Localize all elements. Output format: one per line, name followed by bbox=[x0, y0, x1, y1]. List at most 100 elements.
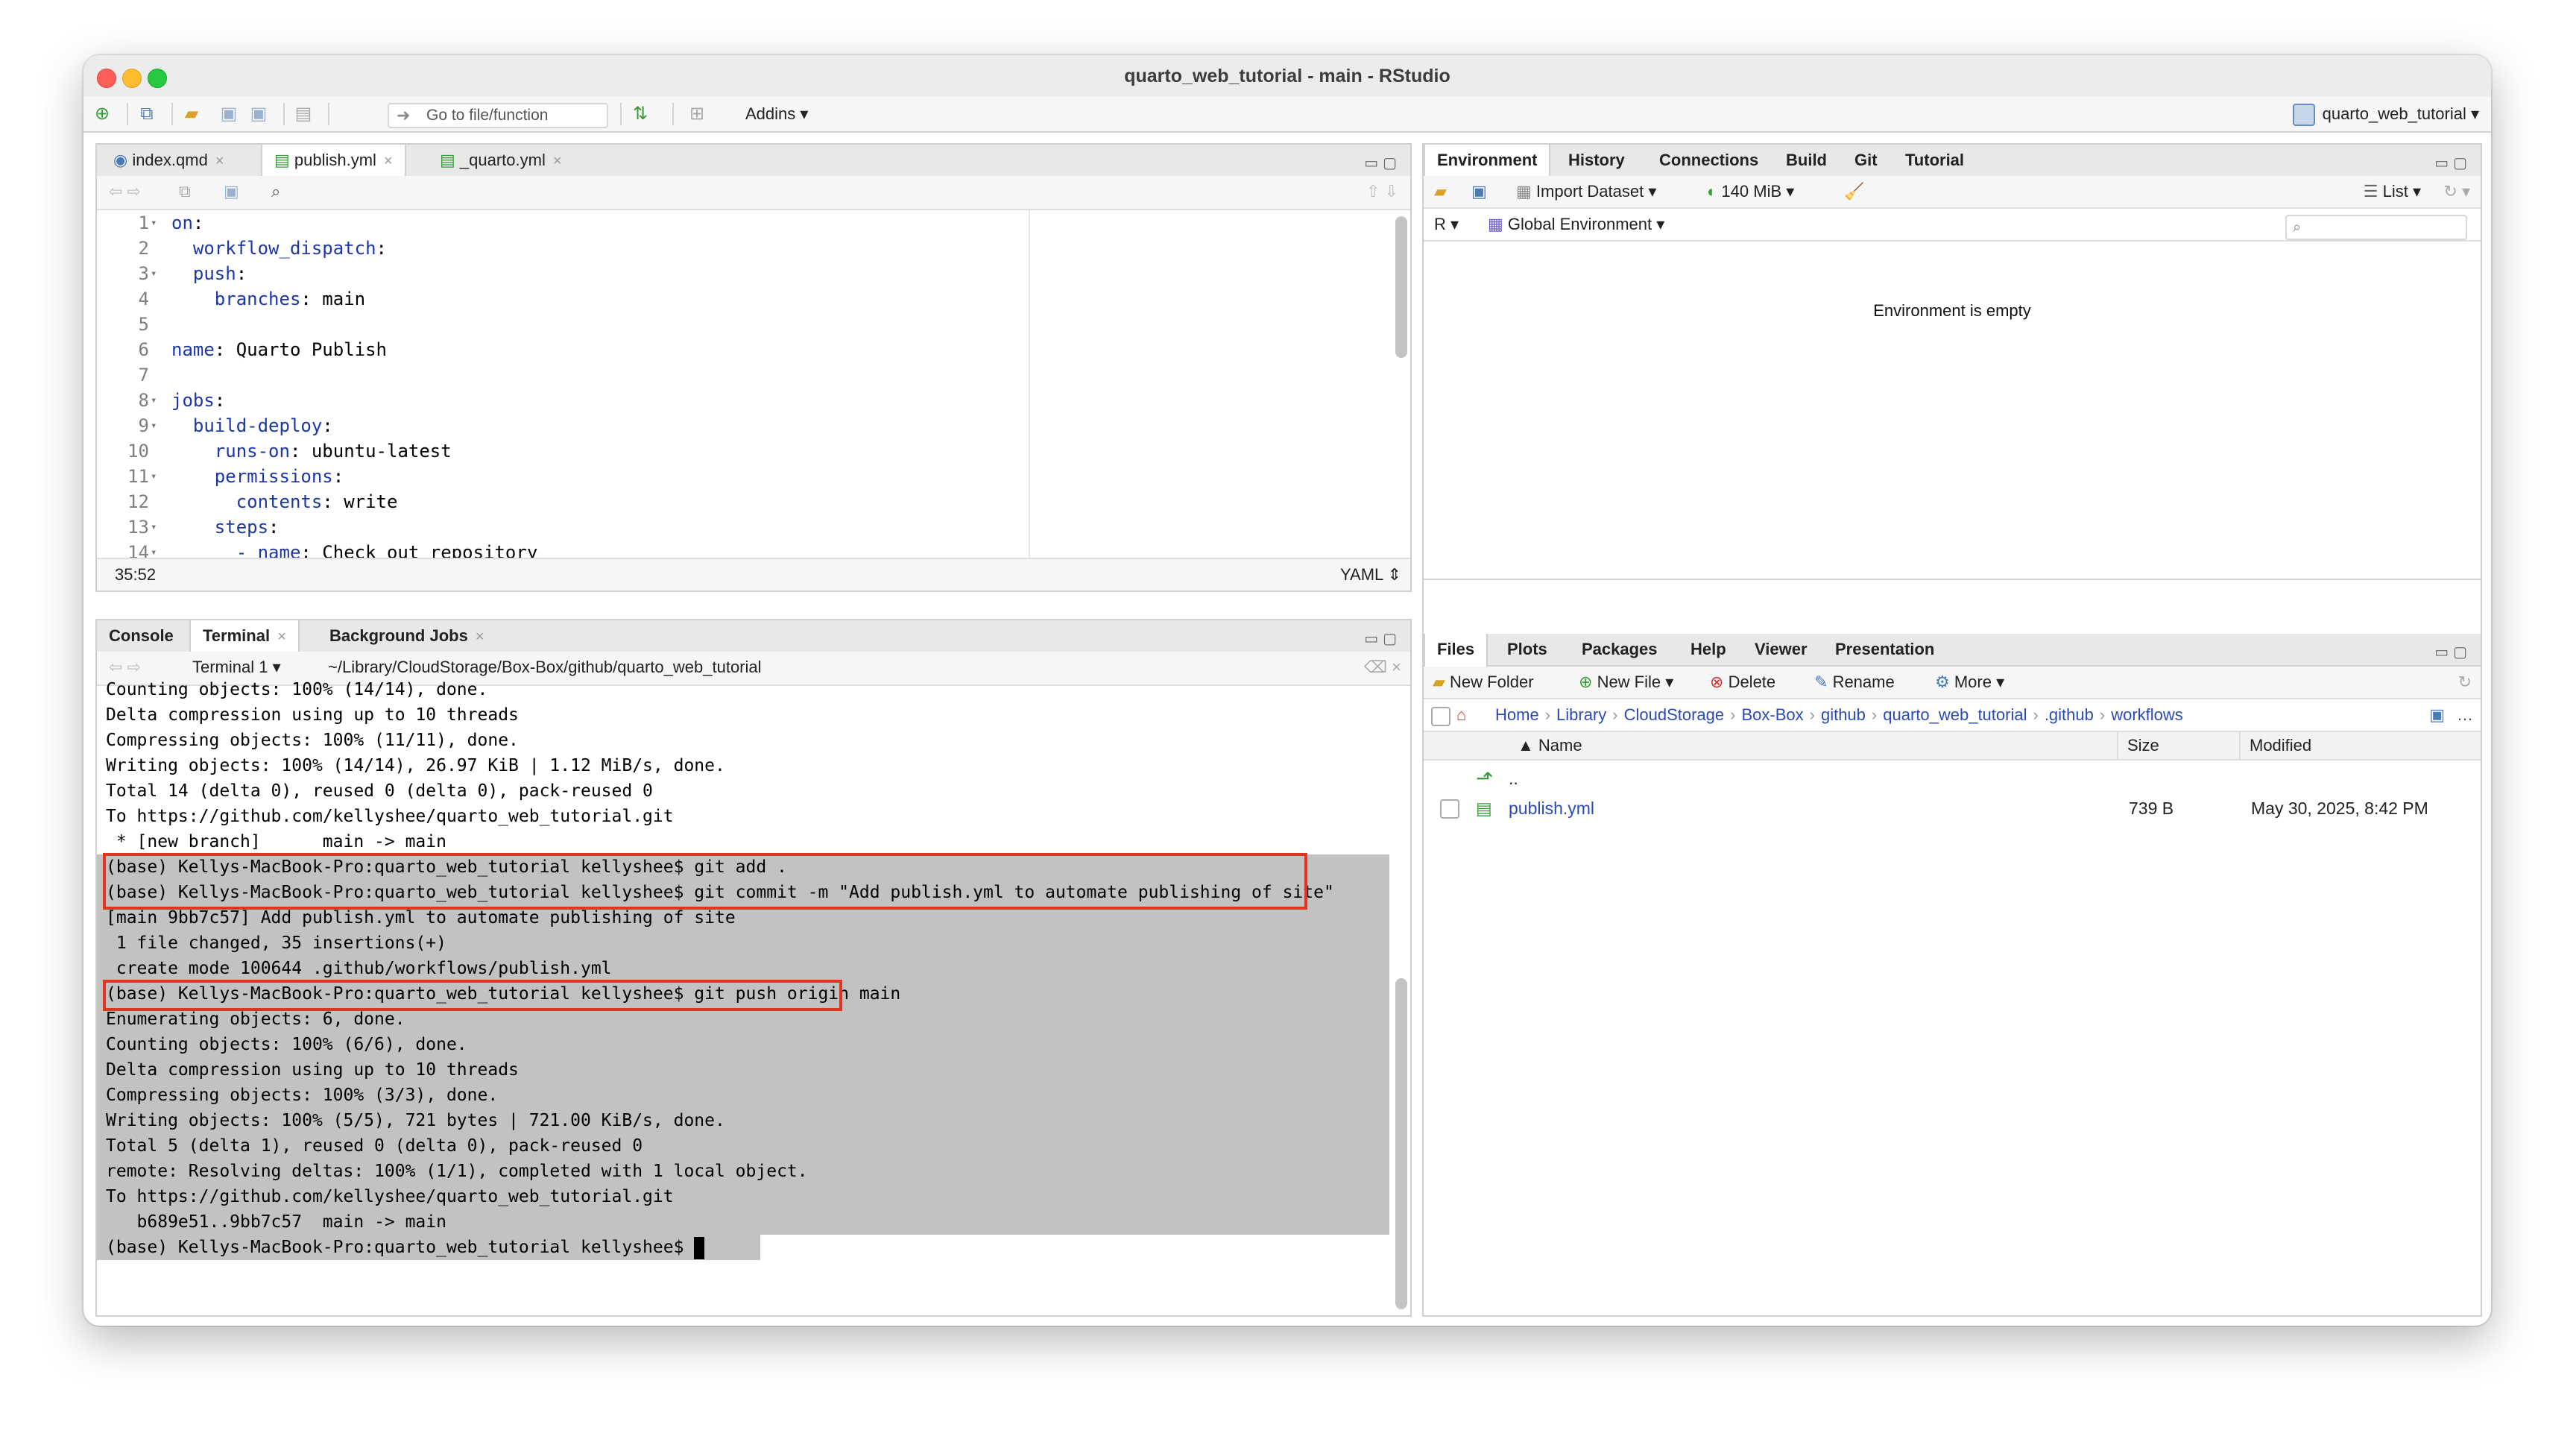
environment-search-input[interactable]: ⌕ bbox=[2285, 215, 2467, 240]
refresh-icon[interactable]: ↻ ▾ bbox=[2443, 176, 2470, 207]
editor-pane: ◉ index.qmd × ▤ publish.yml × ▤ _quarto.ym… bbox=[95, 143, 1412, 592]
fold-icon[interactable]: ▾ bbox=[151, 514, 157, 540]
breadcrumb-link[interactable]: quarto_web_tutorial bbox=[1883, 705, 2027, 724]
save-workspace-icon[interactable]: ▣ bbox=[1471, 176, 1487, 207]
files-path-bar: ⌂ Home › Library › CloudStorage › Box-Box › gith… bbox=[1424, 699, 2481, 732]
tab-plots[interactable]: Plots bbox=[1495, 634, 1559, 665]
open-file-icon[interactable]: ▰ bbox=[180, 103, 203, 125]
main-toolbar: ⊕ ⧉ ▰ ▣ ▣ ▤ ➜ Go to file/function ⇅ ⊞ Ad… bbox=[83, 97, 2491, 133]
file-name-link[interactable]: publish.yml bbox=[1509, 792, 1594, 825]
tab-console[interactable]: Console bbox=[97, 620, 186, 652]
modified-column-header[interactable]: Modified bbox=[2250, 732, 2311, 759]
tab-background-jobs[interactable]: Background Jobs × bbox=[318, 620, 496, 652]
refresh-icon[interactable]: ↻ bbox=[2458, 667, 2472, 698]
tab-viewer[interactable]: Viewer bbox=[1743, 634, 1819, 665]
clear-terminal-icon[interactable]: ⌫ × bbox=[1364, 652, 1401, 683]
tab-terminal[interactable]: Terminal × bbox=[189, 620, 300, 653]
more-button[interactable]: ⚙ More ▾ bbox=[1935, 667, 2004, 698]
tab-environment[interactable]: Environment bbox=[1424, 145, 1551, 177]
code-editor[interactable]: 1 ▾ on: 2 workflow_dispatch: 3 ▾ push: 4 branc… bbox=[97, 210, 1380, 588]
pane-layout-icon[interactable]: ⊞ bbox=[686, 103, 708, 125]
size-column-header[interactable]: Size bbox=[2127, 732, 2159, 759]
pane-controls-icon[interactable]: ▭▢ bbox=[1364, 629, 1401, 648]
terminal-scrollbar[interactable] bbox=[1395, 978, 1407, 1309]
project-icon bbox=[2292, 104, 2315, 127]
tab-tutorial[interactable]: Tutorial bbox=[1893, 145, 1976, 176]
version-control-icon[interactable]: ⇅ bbox=[629, 103, 651, 125]
code-text: push: bbox=[171, 263, 247, 284]
delete-button[interactable]: ⊗ Delete bbox=[1710, 667, 1775, 698]
save-icon[interactable]: ▣ bbox=[224, 176, 239, 207]
save-all-icon[interactable]: ▣ bbox=[247, 103, 270, 125]
navigate-icon[interactable]: ⇧ ⇩ bbox=[1366, 176, 1398, 207]
load-workspace-icon[interactable]: ▰ bbox=[1434, 176, 1447, 207]
table-row[interactable]: ▤ publish.yml 739 B May 30, 2025, 8:42 P… bbox=[1424, 792, 2481, 825]
name-column-header[interactable]: ▲ Name bbox=[1518, 732, 1582, 759]
select-all-checkbox[interactable] bbox=[1431, 707, 1450, 726]
line-number: 1 bbox=[138, 212, 149, 233]
breadcrumb-link[interactable]: CloudStorage bbox=[1624, 705, 1725, 724]
scope-selector[interactable]: ▦ Global Environment ▾ bbox=[1488, 209, 1664, 240]
code-text: runs-on: ubuntu-latest bbox=[171, 441, 452, 462]
breadcrumb-link[interactable]: workflows bbox=[2111, 705, 2183, 724]
tab-presentation[interactable]: Presentation bbox=[1823, 634, 1946, 665]
print-icon[interactable]: ▤ bbox=[292, 103, 315, 125]
show-in-window-icon[interactable]: ⧉ bbox=[179, 176, 191, 207]
breadcrumb-link[interactable]: .github bbox=[2045, 705, 2094, 724]
fold-icon[interactable]: ▾ bbox=[151, 210, 157, 236]
tab-build[interactable]: Build bbox=[1774, 145, 1839, 176]
tab-index-qmd[interactable]: ◉ index.qmd × bbox=[101, 145, 236, 176]
breadcrumb-separator: › bbox=[1871, 705, 1878, 724]
tab-files[interactable]: Files bbox=[1424, 634, 1489, 667]
editor-scrollbar[interactable] bbox=[1395, 216, 1407, 358]
terminal-output[interactable]: Counting objects: 100% (14/14), done. Del… bbox=[97, 680, 1389, 1315]
file-type-selector[interactable]: YAML ⇕ bbox=[1340, 559, 1401, 591]
broom-icon[interactable]: 🧹 bbox=[1844, 176, 1864, 207]
tab-history[interactable]: History bbox=[1556, 145, 1637, 176]
new-file-button[interactable]: ⊕ New File ▾ bbox=[1579, 667, 1673, 698]
terminal-line: Compressing objects: 100% (3/3), done. bbox=[106, 1086, 499, 1105]
more-options-icon[interactable]: … bbox=[2457, 699, 2473, 731]
new-folder-button[interactable]: ▰ New Folder bbox=[1433, 667, 1534, 698]
breadcrumb-separator: › bbox=[2033, 705, 2039, 724]
pane-controls-icon[interactable]: ▭▢ bbox=[2434, 643, 2472, 661]
new-project-icon[interactable]: ⧉ bbox=[136, 103, 158, 125]
pane-controls-icon[interactable]: ▭▢ bbox=[1364, 154, 1401, 172]
environment-scope-bar: R ▾ ▦ Global Environment ▾ ⌕ bbox=[1424, 209, 2481, 242]
tab-git[interactable]: Git bbox=[1843, 145, 1890, 176]
search-icon[interactable]: ⌕ bbox=[271, 176, 280, 207]
tab-help[interactable]: Help bbox=[1679, 634, 1738, 665]
view-mode-selector[interactable]: ☰ List ▾ bbox=[2364, 176, 2421, 207]
pane-controls-icon[interactable]: ▭▢ bbox=[2434, 154, 2472, 172]
tab-packages[interactable]: Packages bbox=[1570, 634, 1670, 665]
fold-icon[interactable]: ▾ bbox=[151, 413, 157, 438]
breadcrumb-link[interactable]: Home bbox=[1495, 705, 1539, 724]
breadcrumb-link[interactable]: github bbox=[1821, 705, 1866, 724]
project-menu[interactable]: quarto_web_tutorial ▾ bbox=[2292, 97, 2479, 131]
addins-menu[interactable]: Addins ▾ bbox=[745, 97, 808, 131]
new-file-icon[interactable]: ⊕ bbox=[91, 103, 113, 125]
fold-icon[interactable]: ▾ bbox=[151, 388, 157, 413]
parent-directory-row[interactable]: ⬏ .. bbox=[1424, 762, 2481, 795]
row-checkbox[interactable] bbox=[1440, 799, 1459, 819]
code-text: branches: main bbox=[171, 289, 366, 309]
language-selector[interactable]: R ▾ bbox=[1434, 209, 1459, 240]
back-icon[interactable]: ⇦ ⇨ bbox=[109, 176, 141, 207]
tab-connections[interactable]: Connections bbox=[1647, 145, 1770, 176]
breadcrumb-separator: › bbox=[1730, 705, 1736, 724]
breadcrumb-link[interactable]: Library bbox=[1556, 705, 1606, 724]
memory-usage-button[interactable]: ◐ 140 MiB ▾ bbox=[1707, 176, 1794, 207]
terminal-cursor bbox=[694, 1236, 705, 1259]
fold-icon[interactable]: ▾ bbox=[151, 261, 157, 286]
breadcrumb-link[interactable]: Box-Box bbox=[1741, 705, 1803, 724]
tab-publish-yml[interactable]: ▤ publish.yml × bbox=[261, 145, 406, 177]
home-icon[interactable]: ⌂ bbox=[1456, 699, 1466, 731]
tab-quarto-yml[interactable]: ▤ _quarto.yml × bbox=[428, 145, 574, 176]
import-dataset-button[interactable]: ▦ Import Dataset ▾ bbox=[1516, 176, 1656, 207]
save-icon[interactable]: ▣ bbox=[218, 103, 240, 125]
terminal-line: Total 5 (delta 1), reused 0 (delta 0), p… bbox=[106, 1136, 643, 1156]
rename-button[interactable]: ✎ Rename bbox=[1814, 667, 1895, 698]
go-to-file-input[interactable]: ➜ Go to file/function bbox=[388, 103, 608, 128]
fold-icon[interactable]: ▾ bbox=[151, 464, 157, 489]
go-to-project-icon[interactable]: ▣ bbox=[2429, 699, 2445, 731]
